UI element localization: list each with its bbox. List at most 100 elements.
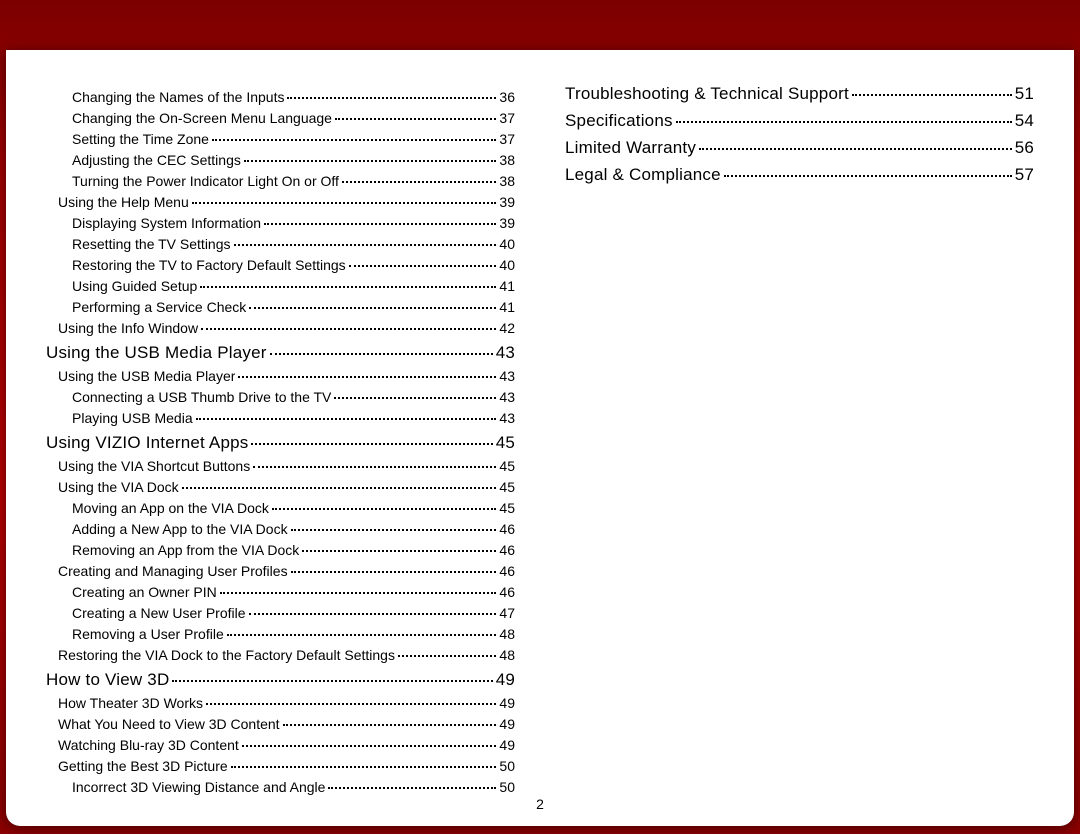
toc-entry[interactable]: How to View 3D49: [46, 670, 515, 690]
toc-entry[interactable]: How Theater 3D Works49: [46, 695, 515, 711]
toc-entry[interactable]: Using Guided Setup41: [46, 278, 515, 294]
toc-entry-page: 50: [499, 779, 515, 795]
toc-leader-dots: [206, 703, 496, 705]
toc-entry[interactable]: Turning the Power Indicator Light On or …: [46, 173, 515, 189]
toc-leader-dots: [196, 418, 497, 420]
toc-leader-dots: [182, 487, 497, 489]
toc-entry-page: 43: [496, 343, 515, 363]
toc-entry[interactable]: Changing the Names of the Inputs36: [46, 89, 515, 105]
toc-entry-title: Creating and Managing User Profiles: [58, 563, 288, 579]
toc-entry[interactable]: Specifications54: [565, 111, 1034, 131]
toc-entry-page: 43: [499, 368, 515, 384]
toc-entry-title: What You Need to View 3D Content: [58, 716, 280, 732]
toc-entry[interactable]: Adding a New App to the VIA Dock46: [46, 521, 515, 537]
toc-entry-page: 51: [1015, 84, 1034, 104]
toc-leader-dots: [398, 655, 496, 657]
toc-entry-page: 38: [499, 173, 515, 189]
toc-entry[interactable]: Setting the Time Zone37: [46, 131, 515, 147]
toc-entry-title: Creating a New User Profile: [72, 605, 246, 621]
toc-entry-title: Getting the Best 3D Picture: [58, 758, 228, 774]
toc-entry[interactable]: Using the Info Window 42: [46, 320, 515, 336]
toc-leader-dots: [676, 121, 1012, 123]
toc-entry-title: Using the VIA Shortcut Buttons: [58, 458, 250, 474]
toc-entry[interactable]: Getting the Best 3D Picture50: [46, 758, 515, 774]
toc-leader-dots: [253, 466, 496, 468]
toc-entry-title: Using the VIA Dock: [58, 479, 179, 495]
toc-entry[interactable]: Using the USB Media Player43: [46, 368, 515, 384]
toc-entry[interactable]: Legal & Compliance57: [565, 165, 1034, 185]
toc-entry-title: Performing a Service Check: [72, 299, 246, 315]
toc-entry-page: 54: [1015, 111, 1034, 131]
toc-entry-page: 37: [499, 110, 515, 126]
toc-entry[interactable]: Using the VIA Dock 45: [46, 479, 515, 495]
toc-leader-dots: [335, 118, 496, 120]
toc-entry-page: 43: [499, 410, 515, 426]
toc-leader-dots: [227, 634, 497, 636]
toc-entry-title: Incorrect 3D Viewing Distance and Angle: [72, 779, 325, 795]
toc-entry[interactable]: Troubleshooting & Technical Support 51: [565, 84, 1034, 104]
toc-leader-dots: [251, 443, 492, 445]
toc-entry[interactable]: Incorrect 3D Viewing Distance and Angle 5…: [46, 779, 515, 795]
toc-entry-page: 46: [499, 542, 515, 558]
toc-entry-page: 38: [499, 152, 515, 168]
toc-entry-title: Using VIZIO Internet Apps: [46, 433, 248, 453]
toc-entry-title: Adding a New App to the VIA Dock: [72, 521, 288, 537]
toc-entry[interactable]: Playing USB Media43: [46, 410, 515, 426]
toc-entry[interactable]: Removing an App from the VIA Dock 46: [46, 542, 515, 558]
toc-leader-dots: [200, 286, 496, 288]
toc-leader-dots: [272, 508, 497, 510]
toc-entry[interactable]: Adjusting the CEC Settings38: [46, 152, 515, 168]
toc-entry-title: How to View 3D: [46, 670, 169, 690]
toc-entry-title: Moving an App on the VIA Dock: [72, 500, 269, 516]
toc-entry-title: Limited Warranty: [565, 138, 696, 158]
toc-entry-page: 39: [499, 215, 515, 231]
toc-entry-page: 45: [499, 458, 515, 474]
toc-entry-title: Setting the Time Zone: [72, 131, 209, 147]
toc-entry-page: 39: [499, 194, 515, 210]
toc-leader-dots: [249, 613, 497, 615]
toc-leader-dots: [212, 139, 496, 141]
toc-entry[interactable]: Moving an App on the VIA Dock 45: [46, 500, 515, 516]
toc-entry-page: 45: [499, 500, 515, 516]
toc-leader-dots: [287, 97, 496, 99]
toc-entry[interactable]: Connecting a USB Thumb Drive to the TV43: [46, 389, 515, 405]
toc-leader-dots: [242, 745, 497, 747]
toc-entry[interactable]: Restoring the TV to Factory Default Sett…: [46, 257, 515, 273]
toc-entry[interactable]: Creating a New User Profile47: [46, 605, 515, 621]
toc-entry-title: Connecting a USB Thumb Drive to the TV: [72, 389, 331, 405]
toc-entry[interactable]: What You Need to View 3D Content49: [46, 716, 515, 732]
toc-entry[interactable]: Watching Blu-ray 3D Content49: [46, 737, 515, 753]
toc-entry-title: Using Guided Setup: [72, 278, 197, 294]
toc-entry[interactable]: Displaying System Information39: [46, 215, 515, 231]
toc-entry-page: 42: [499, 320, 515, 336]
toc-entry[interactable]: Removing a User Profile 48: [46, 626, 515, 642]
toc-entry-title: Removing a User Profile: [72, 626, 224, 642]
toc-entry-page: 48: [499, 647, 515, 663]
toc-leader-dots: [328, 787, 496, 789]
toc-leader-dots: [724, 175, 1012, 177]
toc-entry-page: 48: [499, 626, 515, 642]
toc-entry[interactable]: Changing the On-Screen Menu Language 37: [46, 110, 515, 126]
toc-entry[interactable]: Using VIZIO Internet Apps45: [46, 433, 515, 453]
toc-entry[interactable]: Performing a Service Check41: [46, 299, 515, 315]
toc-entry-title: Using the Info Window: [58, 320, 198, 336]
toc-entry[interactable]: Limited Warranty56: [565, 138, 1034, 158]
toc-entry-title: Removing an App from the VIA Dock: [72, 542, 299, 558]
toc-entry-title: Using the USB Media Player: [46, 343, 267, 363]
toc-leader-dots: [699, 148, 1012, 150]
toc-entry[interactable]: Using the Help Menu39: [46, 194, 515, 210]
toc-entry[interactable]: Resetting the TV Settings40: [46, 236, 515, 252]
toc-entry[interactable]: Restoring the VIA Dock to the Factory De…: [46, 647, 515, 663]
toc-leader-dots: [283, 724, 497, 726]
toc-leader-dots: [334, 397, 496, 399]
toc-entry[interactable]: Creating and Managing User Profiles46: [46, 563, 515, 579]
toc-entry[interactable]: Using the USB Media Player 43: [46, 343, 515, 363]
toc-entry[interactable]: Creating an Owner PIN46: [46, 584, 515, 600]
toc-entry-title: Restoring the TV to Factory Default Sett…: [72, 257, 346, 273]
toc-entry-title: Changing the On-Screen Menu Language: [72, 110, 332, 126]
toc-entry-page: 45: [499, 479, 515, 495]
toc-leader-dots: [264, 223, 496, 225]
toc-entry-title: Troubleshooting & Technical Support: [565, 84, 849, 104]
toc-entry[interactable]: Using the VIA Shortcut Buttons 45: [46, 458, 515, 474]
toc-entry-page: 46: [499, 584, 515, 600]
